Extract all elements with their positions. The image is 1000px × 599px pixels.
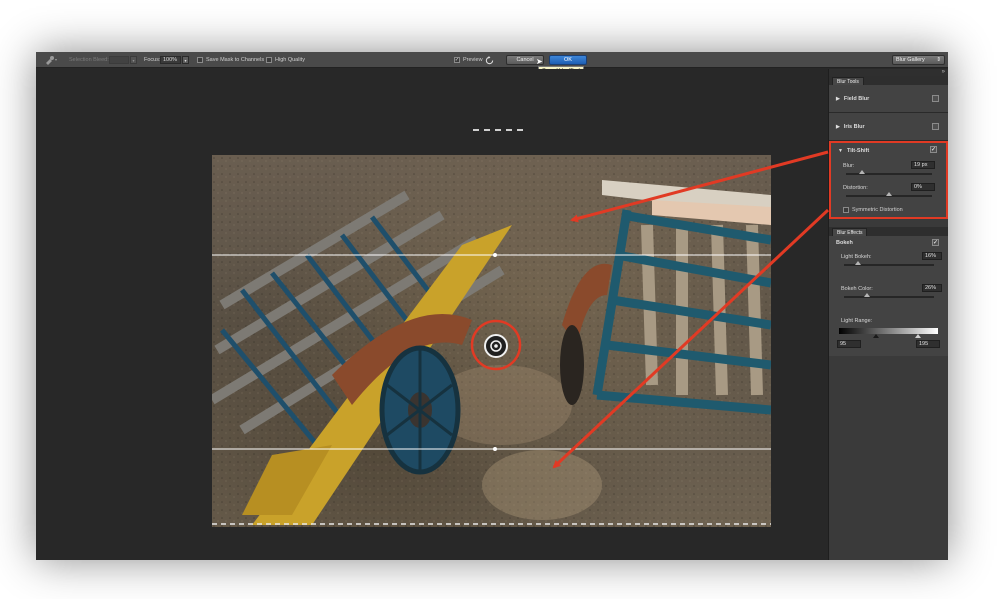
symmetric-distortion-checkbox[interactable] <box>843 207 849 213</box>
preview-checkbox[interactable]: ✓ <box>454 57 460 63</box>
collapse-triangle-icon[interactable]: ▼ <box>838 148 843 154</box>
expand-triangle-icon[interactable]: ▶ <box>836 124 840 130</box>
high-quality-checkbox[interactable] <box>266 57 272 63</box>
light-range-low-thumb[interactable] <box>873 334 879 338</box>
bokeh-label: Bokeh <box>836 240 853 246</box>
light-bokeh-value-field[interactable]: 16% <box>922 252 942 260</box>
reset-icon[interactable] <box>485 52 494 68</box>
blur-label: Blur: <box>843 163 855 169</box>
photo-illustration <box>212 155 771 527</box>
bokeh-color-slider-row[interactable]: Bokeh Color: 26% <box>829 282 948 314</box>
options-toolbar: Selection Bleed: ▾ Focus: 100% ▾ Save Ma… <box>36 52 948 68</box>
panel-topbar: » <box>829 69 948 76</box>
tab-blur-effects[interactable]: Blur Effects <box>832 228 868 236</box>
light-bokeh-slider-thumb[interactable] <box>855 261 862 265</box>
blur-panel: » Blur Tools ▶ Field Blur ▶ Iris Blur ▼ Til… <box>828 69 948 560</box>
tilt-shift-label: Tilt-Shift <box>846 148 870 154</box>
light-range-row[interactable]: Light Range: 95 195 <box>829 314 948 356</box>
high-quality-checkbox-row[interactable]: High Quality <box>266 52 305 68</box>
bokeh-color-slider-track[interactable] <box>844 296 934 298</box>
focus-dropdown-icon[interactable]: ▾ <box>182 56 189 64</box>
blur-tools-tabbar: Blur Tools <box>829 76 948 85</box>
distortion-label: Distortion: <box>843 185 868 191</box>
distortion-value-field[interactable]: 0% <box>911 183 935 191</box>
save-mask-checkbox-row[interactable]: Save Mask to Channels <box>197 52 264 68</box>
light-range-gradient[interactable] <box>839 328 938 334</box>
focus-field[interactable]: 100% ▾ <box>160 52 189 68</box>
iris-blur-checkbox[interactable] <box>932 123 939 130</box>
light-bokeh-label: Light Bokeh: <box>841 254 872 260</box>
selection-bleed-label: Selection Bleed: <box>69 57 109 63</box>
field-blur-checkbox[interactable] <box>932 95 939 102</box>
expand-triangle-icon[interactable]: ▶ <box>836 96 840 102</box>
bokeh-checkbox[interactable]: ✓ <box>932 239 939 246</box>
pin-tool-icon[interactable] <box>44 52 58 68</box>
field-blur-label: Field Blur <box>843 95 870 102</box>
tab-blur-tools[interactable]: Blur Tools <box>832 77 864 85</box>
save-mask-checkbox[interactable] <box>197 57 203 63</box>
blur-slider-row[interactable]: Blur: 19 px <box>831 159 946 181</box>
bokeh-color-value-field[interactable]: 26% <box>922 284 942 292</box>
blur-gallery-dropdown[interactable]: Blur Gallery ⇕ <box>892 55 945 65</box>
distortion-slider-row[interactable]: Distortion: 0% <box>831 181 946 203</box>
blur-gallery-label: Blur Gallery <box>896 57 925 63</box>
preview-checkbox-row[interactable]: ✓ Preview <box>454 52 483 68</box>
photo-carts[interactable] <box>212 155 771 527</box>
tilt-shift-section[interactable]: ▼ Tilt-Shift ✓ Blur: 19 px Distortion: 0%… <box>829 141 948 219</box>
high-quality-label: High Quality <box>275 57 305 63</box>
blur-slider-thumb[interactable] <box>859 170 866 174</box>
bokeh-color-slider-thumb[interactable] <box>864 293 871 297</box>
updown-arrows-icon: ⇕ <box>936 57 941 63</box>
field-blur-section[interactable]: ▶ Field Blur <box>829 85 948 113</box>
light-range-label: Light Range: <box>841 318 873 324</box>
tilt-shift-checkbox[interactable]: ✓ <box>930 146 937 153</box>
ok-button[interactable]: OK <box>549 55 587 65</box>
bokeh-section: Bokeh ✓ Light Bokeh: 16% Bokeh Color: 26… <box>829 236 948 356</box>
bokeh-color-label: Bokeh Color: <box>841 286 873 292</box>
iris-blur-label: Iris Blur <box>843 123 865 130</box>
symmetric-distortion-label: Symmetric Distortion <box>852 207 903 213</box>
tilt-shift-top-guide[interactable] <box>473 129 523 131</box>
save-mask-label: Save Mask to Channels <box>206 57 265 63</box>
distortion-slider-thumb[interactable] <box>886 192 892 196</box>
selection-bleed-field: ▾ <box>109 52 137 68</box>
image-canvas[interactable] <box>36 69 828 560</box>
light-range-high-field[interactable]: 195 <box>916 340 940 348</box>
collapse-panel-icon[interactable]: » <box>942 69 945 75</box>
mouse-cursor-icon: ➤ <box>536 57 543 66</box>
light-range-high-thumb[interactable] <box>915 334 921 338</box>
focus-value[interactable]: 100% <box>160 56 181 64</box>
light-range-low-field[interactable]: 95 <box>837 340 861 348</box>
symmetric-distortion-row[interactable]: Symmetric Distortion <box>831 203 946 217</box>
blur-gallery-window: Selection Bleed: ▾ Focus: 100% ▾ Save Ma… <box>36 52 948 560</box>
light-bokeh-slider-row[interactable]: Light Bokeh: 16% <box>829 250 948 282</box>
blur-value-field[interactable]: 19 px <box>911 161 935 169</box>
blur-effects-tabbar: Blur Effects <box>829 227 948 236</box>
focus-label: Focus: <box>144 57 161 63</box>
preview-label: Preview <box>463 57 483 63</box>
iris-blur-section[interactable]: ▶ Iris Blur <box>829 113 948 141</box>
